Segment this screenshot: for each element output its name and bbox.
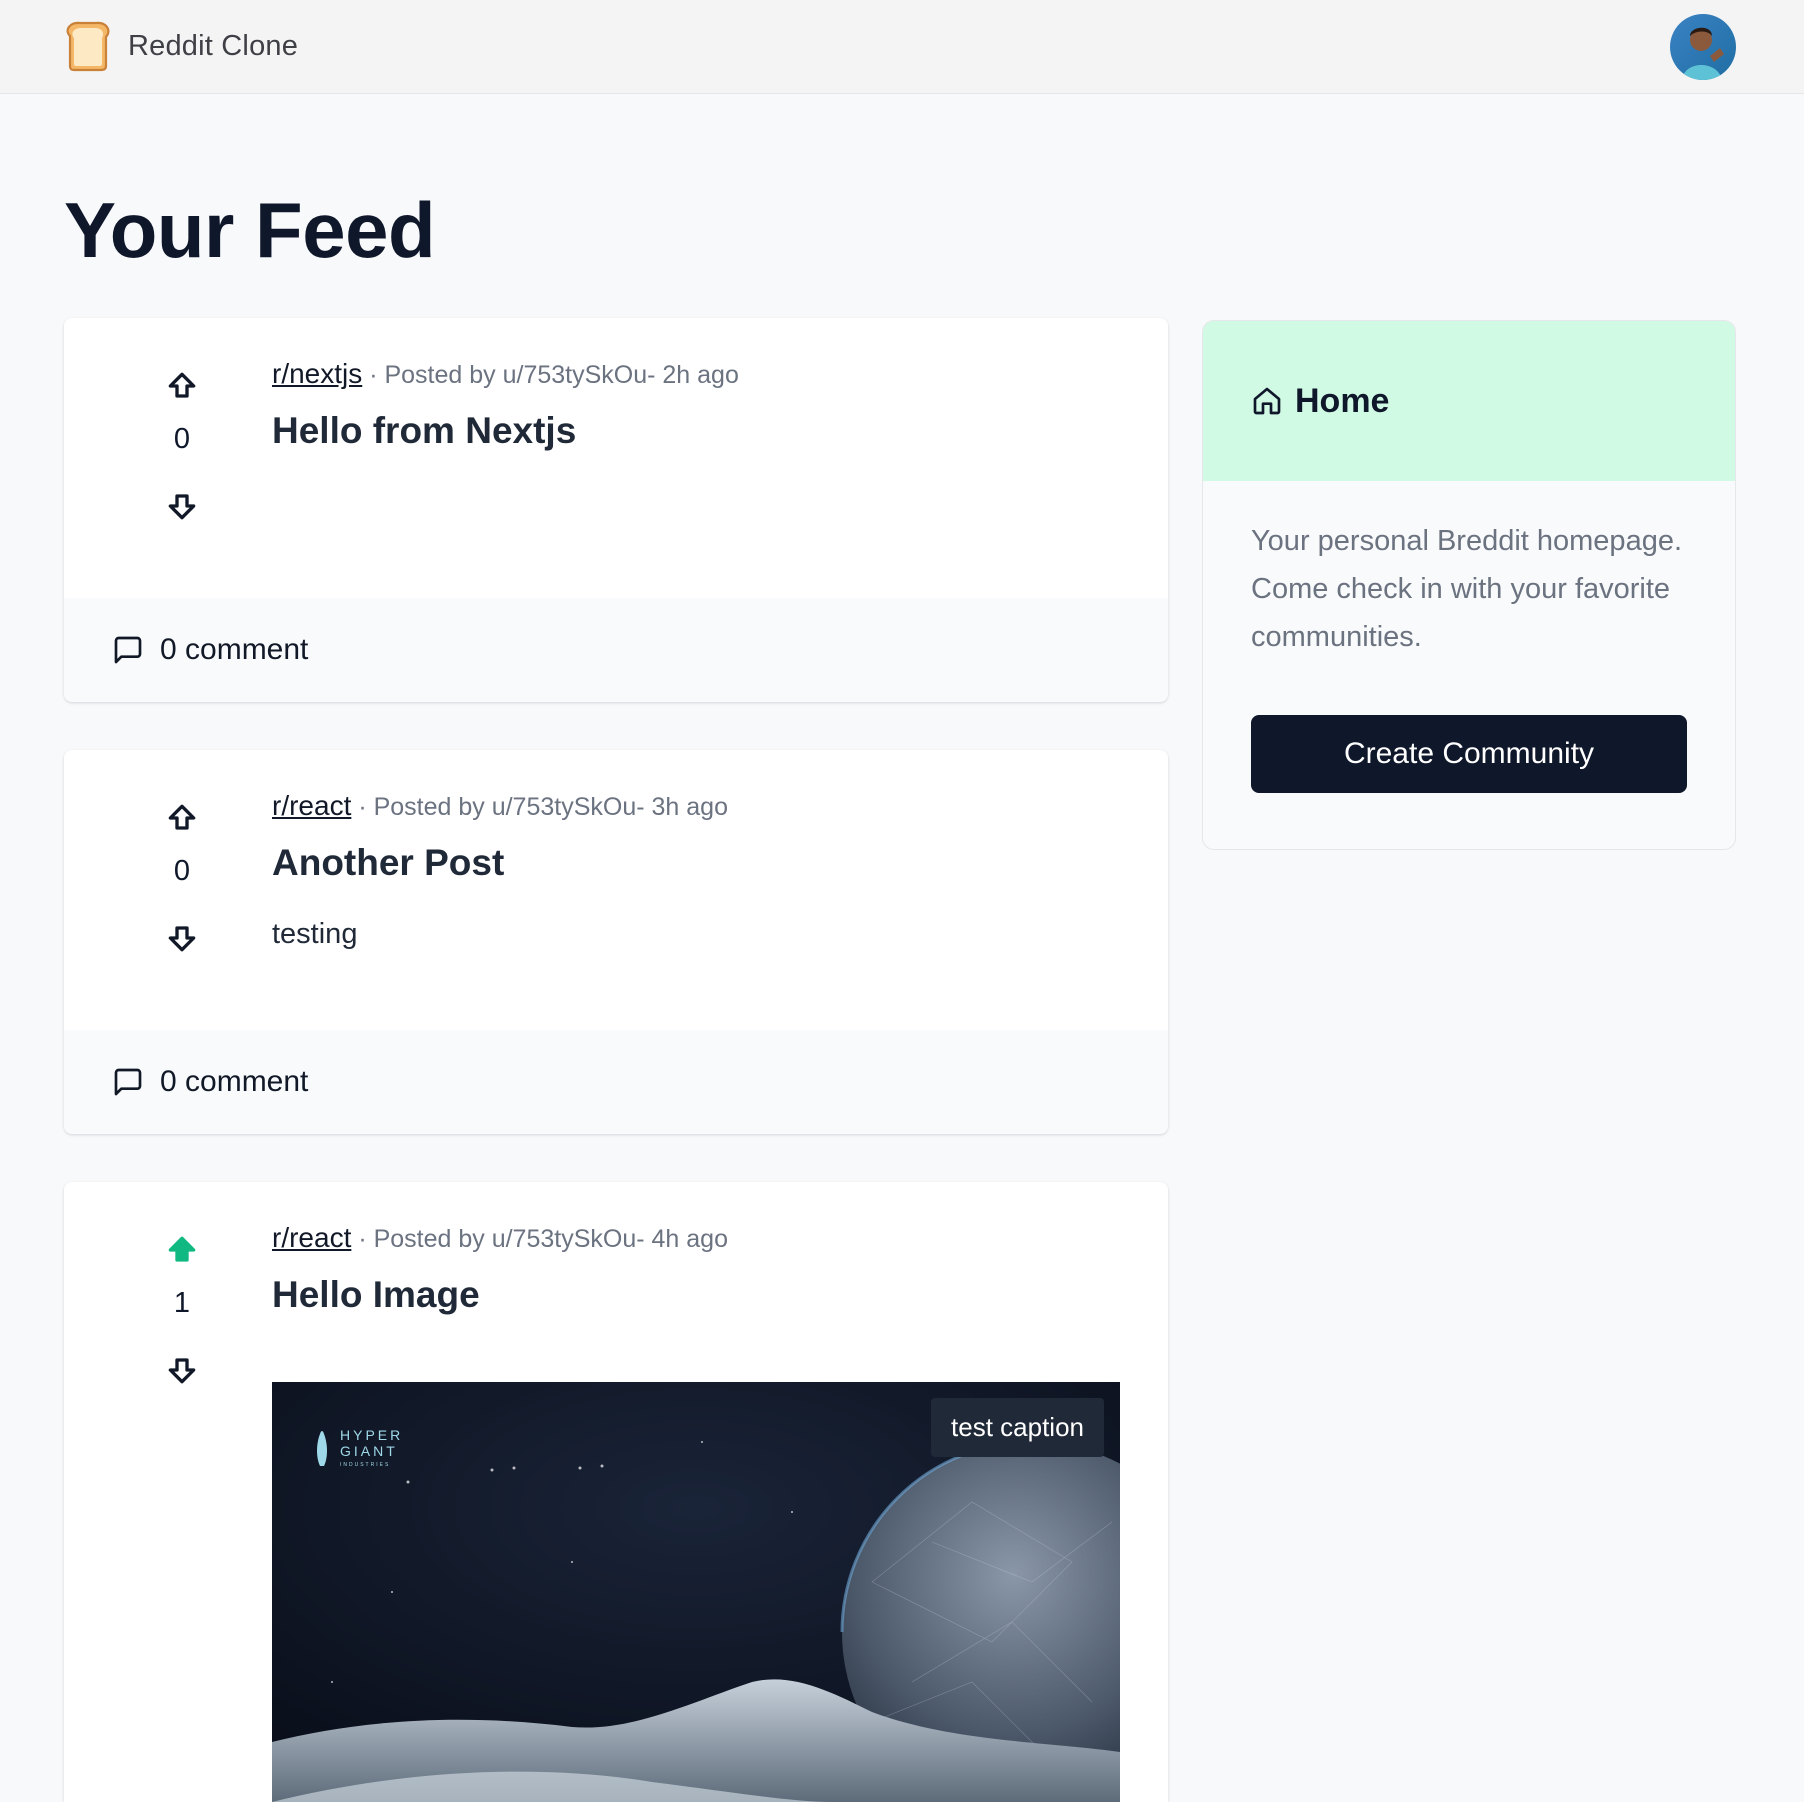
vote-column: 0 bbox=[150, 798, 214, 958]
home-sidebar-card: Home Your personal Breddit homepage. Com… bbox=[1202, 320, 1736, 850]
upvote-button-active[interactable] bbox=[162, 1230, 202, 1270]
post-meta: r/react · Posted by u/753tySkOu- 4h ago bbox=[272, 1222, 1128, 1254]
arrow-big-up-filled-icon bbox=[168, 1236, 196, 1262]
comments-link[interactable]: 0 comment bbox=[112, 633, 308, 667]
post-text: testing bbox=[272, 918, 358, 950]
comment-count: 0 comment bbox=[160, 633, 309, 666]
home-link[interactable]: Reddit Clone bbox=[62, 20, 298, 72]
post-footer: 0 comment bbox=[64, 598, 1168, 702]
subreddit-link[interactable]: r/react bbox=[272, 1222, 351, 1253]
upvote-button[interactable] bbox=[162, 366, 202, 406]
image-caption: test caption bbox=[931, 1398, 1104, 1457]
message-square-icon bbox=[114, 1068, 142, 1096]
post-body: r/nextjs · Posted by u/753tySkOu- 2h ago… bbox=[272, 358, 1128, 452]
post-title[interactable]: Hello Image bbox=[272, 1274, 1128, 1316]
message-square-icon bbox=[114, 636, 142, 664]
sidebar-title: Home bbox=[1295, 381, 1390, 420]
subreddit-link[interactable]: r/react bbox=[272, 790, 351, 821]
subreddit-link[interactable]: r/nextjs bbox=[272, 358, 362, 389]
downvote-button[interactable] bbox=[162, 918, 202, 958]
user-avatar[interactable] bbox=[1670, 14, 1736, 80]
logo-text-giant: GIANT bbox=[340, 1443, 398, 1459]
post-image[interactable]: HYPER GIANT INDUSTRIES test caption bbox=[272, 1382, 1120, 1802]
logo-text-hyper: HYPER bbox=[340, 1427, 403, 1443]
post-card: 0 r/react · Posted by u/753tySkOu- 3h ag… bbox=[64, 750, 1168, 1134]
arrow-big-down-icon bbox=[168, 1358, 196, 1384]
post-meta: r/nextjs · Posted by u/753tySkOu- 2h ago bbox=[272, 358, 1128, 390]
vote-column: 1 bbox=[150, 1230, 214, 1390]
arrow-big-up-icon bbox=[168, 804, 196, 830]
arrow-big-down-icon bbox=[168, 494, 196, 520]
post-main: 0 r/nextjs · Posted by u/753tySkOu- 2h a… bbox=[64, 318, 1168, 598]
comment-count: 0 comment bbox=[160, 1065, 309, 1098]
create-community-button[interactable]: Create Community bbox=[1251, 715, 1687, 793]
post-title[interactable]: Hello from Nextjs bbox=[272, 410, 1128, 452]
vote-count: 0 bbox=[173, 855, 191, 887]
top-navbar: Reddit Clone bbox=[0, 0, 1804, 94]
arrow-big-down-icon bbox=[168, 926, 196, 952]
post-main: 0 r/react · Posted by u/753tySkOu- 3h ag… bbox=[64, 750, 1168, 1030]
vote-count: 0 bbox=[173, 423, 191, 455]
post-title[interactable]: Another Post bbox=[272, 842, 1128, 884]
logo-text-industries: INDUSTRIES bbox=[340, 1462, 390, 1468]
brand-name: Reddit Clone bbox=[128, 29, 299, 62]
posted-by-text: · Posted by u/753tySkOu- 2h ago bbox=[369, 361, 739, 389]
comments-link[interactable]: 0 comment bbox=[112, 1065, 308, 1099]
downvote-button[interactable] bbox=[162, 1350, 202, 1390]
sidebar-description: Your personal Breddit homepage. Come che… bbox=[1251, 525, 1683, 653]
home-icon bbox=[1253, 387, 1281, 415]
post-body: r/react · Posted by u/753tySkOu- 4h ago … bbox=[272, 1222, 1128, 1316]
arrow-big-up-icon bbox=[168, 372, 196, 398]
post-card: 0 r/nextjs · Posted by u/753tySkOu- 2h a… bbox=[64, 318, 1168, 702]
post-footer: 0 comment bbox=[64, 1030, 1168, 1134]
posted-by-text: · Posted by u/753tySkOu- 4h ago bbox=[358, 1225, 728, 1253]
vote-column: 0 bbox=[150, 366, 214, 526]
upvote-button[interactable] bbox=[162, 798, 202, 838]
toast-bread-icon bbox=[66, 21, 110, 72]
post-body: r/react · Posted by u/753tySkOu- 3h ago … bbox=[272, 790, 1128, 951]
sidebar-header: Home bbox=[1203, 321, 1735, 481]
vote-count: 1 bbox=[173, 1287, 191, 1319]
posted-by-text: · Posted by u/753tySkOu- 3h ago bbox=[358, 793, 728, 821]
post-card: 1 r/react · Posted by u/753tySkOu- 4h ag… bbox=[64, 1182, 1168, 1802]
post-main: 1 r/react · Posted by u/753tySkOu- 4h ag… bbox=[64, 1182, 1168, 1802]
post-meta: r/react · Posted by u/753tySkOu- 3h ago bbox=[272, 790, 1128, 822]
avatar-image bbox=[1670, 14, 1736, 80]
downvote-button[interactable] bbox=[162, 486, 202, 526]
page-title: Your Feed bbox=[64, 186, 436, 274]
